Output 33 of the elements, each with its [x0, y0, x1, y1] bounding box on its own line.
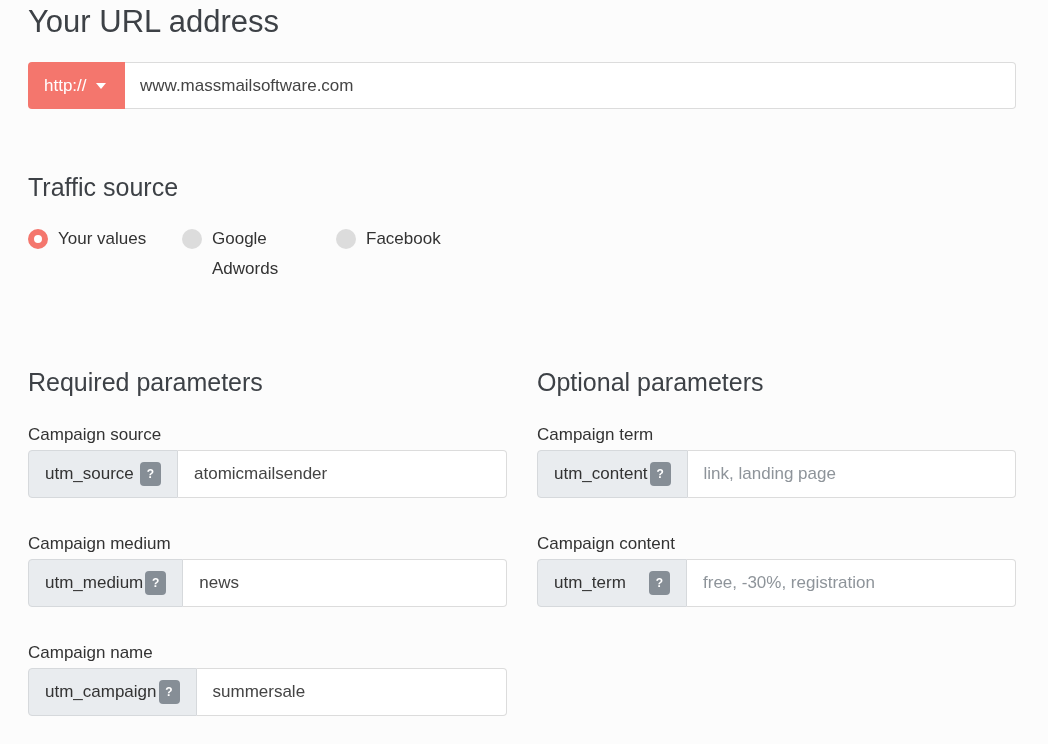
input-field[interactable]: atomicmailsender: [178, 450, 507, 498]
caret-icon: [95, 82, 106, 89]
radio-button[interactable]: [336, 229, 356, 249]
input-field[interactable]: summersale: [196, 668, 507, 716]
field-label: Campaign source: [28, 424, 162, 446]
radio-label: Google Adwords: [212, 228, 280, 280]
help-button[interactable]: ?: [649, 571, 670, 595]
radio-label: Your values: [58, 228, 147, 250]
field-label: Campaign term: [537, 424, 654, 446]
radio-button[interactable]: [182, 229, 202, 249]
url-input-field[interactable]: www.massmailsoftware.com: [125, 62, 1016, 109]
parameter-name: utm_content: [554, 464, 648, 484]
section-heading: Traffic source: [28, 172, 179, 203]
section-heading: Required parameters: [28, 367, 263, 398]
parameter-name: utm_campaign: [45, 682, 157, 702]
parameter-name: utm_medium: [45, 573, 144, 593]
parameter-name: utm_source: [45, 464, 134, 484]
field-label: Campaign name: [28, 642, 153, 664]
help-button[interactable]: ?: [158, 680, 180, 704]
input-field[interactable]: link, landing page: [687, 450, 1016, 498]
help-button[interactable]: ?: [140, 462, 161, 486]
field-label: Campaign content: [537, 533, 675, 555]
input-field[interactable]: free, -30%, registration: [687, 559, 1016, 607]
protocol-dropdown[interactable]: http://: [28, 62, 125, 109]
help-button[interactable]: ?: [145, 571, 167, 595]
radio-label: Facebook: [366, 228, 441, 250]
section-heading: Optional parameters: [537, 367, 764, 398]
parameter-name: utm_term: [554, 573, 626, 593]
field-label: Campaign medium: [28, 533, 171, 555]
radio-button[interactable]: [28, 229, 48, 249]
page-heading: Your URL address: [28, 3, 279, 41]
input-field[interactable]: news: [183, 559, 507, 607]
help-button[interactable]: ?: [649, 462, 671, 486]
